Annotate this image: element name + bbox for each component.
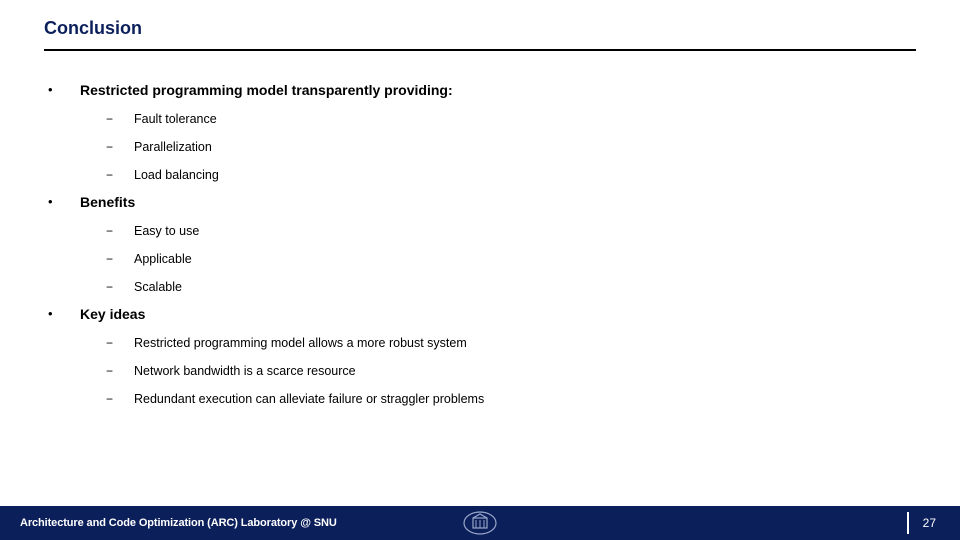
dash-icon: − xyxy=(106,335,134,351)
dash-icon: − xyxy=(106,279,134,295)
dash-icon: − xyxy=(106,167,134,183)
bullet-level2: − Fault tolerance xyxy=(44,111,916,127)
dash-icon: − xyxy=(106,391,134,407)
list-item: Applicable xyxy=(134,251,192,267)
bullet-level2: − Scalable xyxy=(44,279,916,295)
dash-icon: − xyxy=(106,251,134,267)
bullet-level1: • Restricted programming model transpare… xyxy=(44,81,916,99)
bullet-dot-icon: • xyxy=(44,193,80,211)
list-item: Scalable xyxy=(134,279,182,295)
bullet-dot-icon: • xyxy=(44,81,80,99)
slide-content: • Restricted programming model transpare… xyxy=(0,51,960,540)
list-item: Parallelization xyxy=(134,139,212,155)
bullet-level2: − Load balancing xyxy=(44,167,916,183)
section-heading: Benefits xyxy=(80,193,135,211)
bullet-dot-icon: • xyxy=(44,305,80,323)
dash-icon: − xyxy=(106,139,134,155)
bullet-level1: • Key ideas xyxy=(44,305,916,323)
bullet-level2: − Redundant execution can alleviate fail… xyxy=(44,391,916,407)
bullet-level2: − Parallelization xyxy=(44,139,916,155)
section-heading: Restricted programming model transparent… xyxy=(80,81,453,99)
slide: Conclusion • Restricted programming mode… xyxy=(0,0,960,540)
list-item: Network bandwidth is a scarce resource xyxy=(134,363,356,379)
university-logo-icon xyxy=(450,510,510,536)
list-item: Easy to use xyxy=(134,223,199,239)
list-item: Restricted programming model allows a mo… xyxy=(134,335,467,351)
list-item: Load balancing xyxy=(134,167,219,183)
footer-divider xyxy=(907,512,909,534)
slide-title: Conclusion xyxy=(44,18,916,39)
bullet-level2: − Restricted programming model allows a … xyxy=(44,335,916,351)
list-item: Redundant execution can alleviate failur… xyxy=(134,391,484,407)
bullet-level2: − Easy to use xyxy=(44,223,916,239)
page-number: 27 xyxy=(923,516,936,530)
page-number-box: 27 xyxy=(907,512,960,534)
dash-icon: − xyxy=(106,223,134,239)
dash-icon: − xyxy=(106,111,134,127)
bullet-level1: • Benefits xyxy=(44,193,916,211)
list-item: Fault tolerance xyxy=(134,111,217,127)
bullet-level2: − Network bandwidth is a scarce resource xyxy=(44,363,916,379)
slide-header: Conclusion xyxy=(0,0,960,45)
section-heading: Key ideas xyxy=(80,305,145,323)
slide-footer: Architecture and Code Optimization (ARC)… xyxy=(0,506,960,540)
dash-icon: − xyxy=(106,363,134,379)
bullet-level2: − Applicable xyxy=(44,251,916,267)
